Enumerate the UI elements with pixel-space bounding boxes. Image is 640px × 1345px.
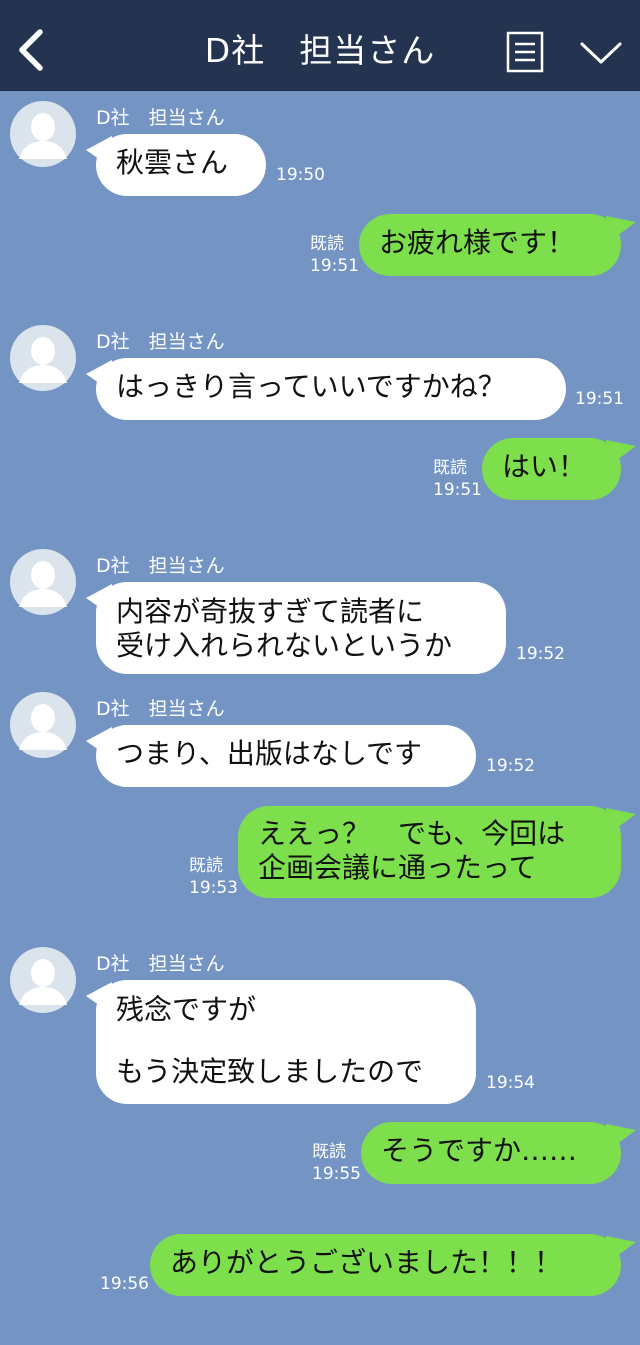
message-time: 19:50 — [276, 165, 325, 185]
message-time: 19:51 — [433, 480, 482, 500]
message-line: 秋雲さん — [116, 146, 229, 179]
sender-name: D社 担当さん — [96, 107, 225, 129]
message-line: 内容が奇抜すぎて読者に — [116, 595, 425, 628]
message-bubble[interactable]: はい！ — [482, 438, 621, 500]
sender-name: D社 担当さん — [96, 698, 225, 720]
message-time: 19:51 — [575, 389, 624, 409]
message-line: お疲れ様です！ — [379, 226, 576, 259]
message-bubble[interactable]: 残念ですが もう決定致しましたので — [96, 980, 476, 1104]
message-line: そうですか…… — [381, 1134, 578, 1167]
chevron-down-icon[interactable] — [578, 38, 624, 68]
sender-name: D社 担当さん — [96, 555, 225, 577]
message-line: ええっ？ でも、今回は — [258, 817, 566, 850]
read-label: 既読 — [312, 1142, 346, 1162]
read-receipt: 既読 19:51 — [433, 457, 482, 501]
sender-name: D社 担当さん — [96, 331, 225, 353]
message-line: 残念ですが — [116, 993, 257, 1026]
message-time: 19:51 — [310, 256, 359, 276]
avatar-icon[interactable] — [10, 325, 76, 391]
message-bubble[interactable]: 秋雲さん — [96, 134, 266, 196]
avatar-icon[interactable] — [10, 549, 76, 615]
read-receipt: 既読 19:55 — [312, 1141, 361, 1185]
message-time: 19:53 — [189, 878, 238, 898]
chat-title: D社 担当さん — [204, 31, 436, 70]
message-line: 企画会議に通ったって — [258, 851, 537, 884]
message-time: 19:52 — [516, 644, 565, 664]
message-line: はい！ — [502, 450, 587, 483]
read-label: 既読 — [433, 458, 467, 478]
line-spacer — [116, 1027, 456, 1055]
message-time: 19:55 — [312, 1164, 361, 1184]
avatar-icon[interactable] — [10, 947, 76, 1013]
message-line: ありがとうございました！！！ — [170, 1246, 563, 1279]
message-bubble[interactable]: ありがとうございました！！！ — [150, 1234, 621, 1296]
message-bubble[interactable]: そうですか…… — [361, 1122, 621, 1184]
avatar-icon[interactable] — [10, 101, 76, 167]
avatar-icon[interactable] — [10, 692, 76, 758]
chat-header: D社 担当さん — [0, 0, 640, 91]
message-bubble[interactable]: 内容が奇抜すぎて読者に 受け入れられないというか — [96, 582, 506, 674]
message-line: 受け入れられないというか — [116, 629, 453, 662]
message-bubble[interactable]: はっきり言っていいですかね？ — [96, 358, 566, 420]
message-line: もう決定致しましたので — [116, 1055, 424, 1088]
read-label: 既読 — [310, 234, 344, 254]
message-time: 19:54 — [486, 1073, 535, 1093]
sender-name: D社 担当さん — [96, 953, 225, 975]
message-bubble[interactable]: ええっ？ でも、今回は 企画会議に通ったって — [238, 806, 621, 898]
message-bubble[interactable]: つまり、出版はなしです — [96, 725, 476, 787]
message-bubble[interactable]: お疲れ様です！ — [359, 214, 621, 276]
read-label: 既読 — [189, 856, 223, 876]
read-receipt: 既読 19:53 — [189, 855, 238, 899]
message-time: 19:56 — [100, 1274, 149, 1294]
read-receipt: 既読 19:51 — [310, 233, 359, 277]
message-line: はっきり言っていいですかね？ — [116, 370, 506, 403]
message-time: 19:52 — [486, 756, 535, 776]
message-line: つまり、出版はなしです — [116, 737, 423, 770]
list-menu-icon[interactable] — [506, 31, 544, 73]
